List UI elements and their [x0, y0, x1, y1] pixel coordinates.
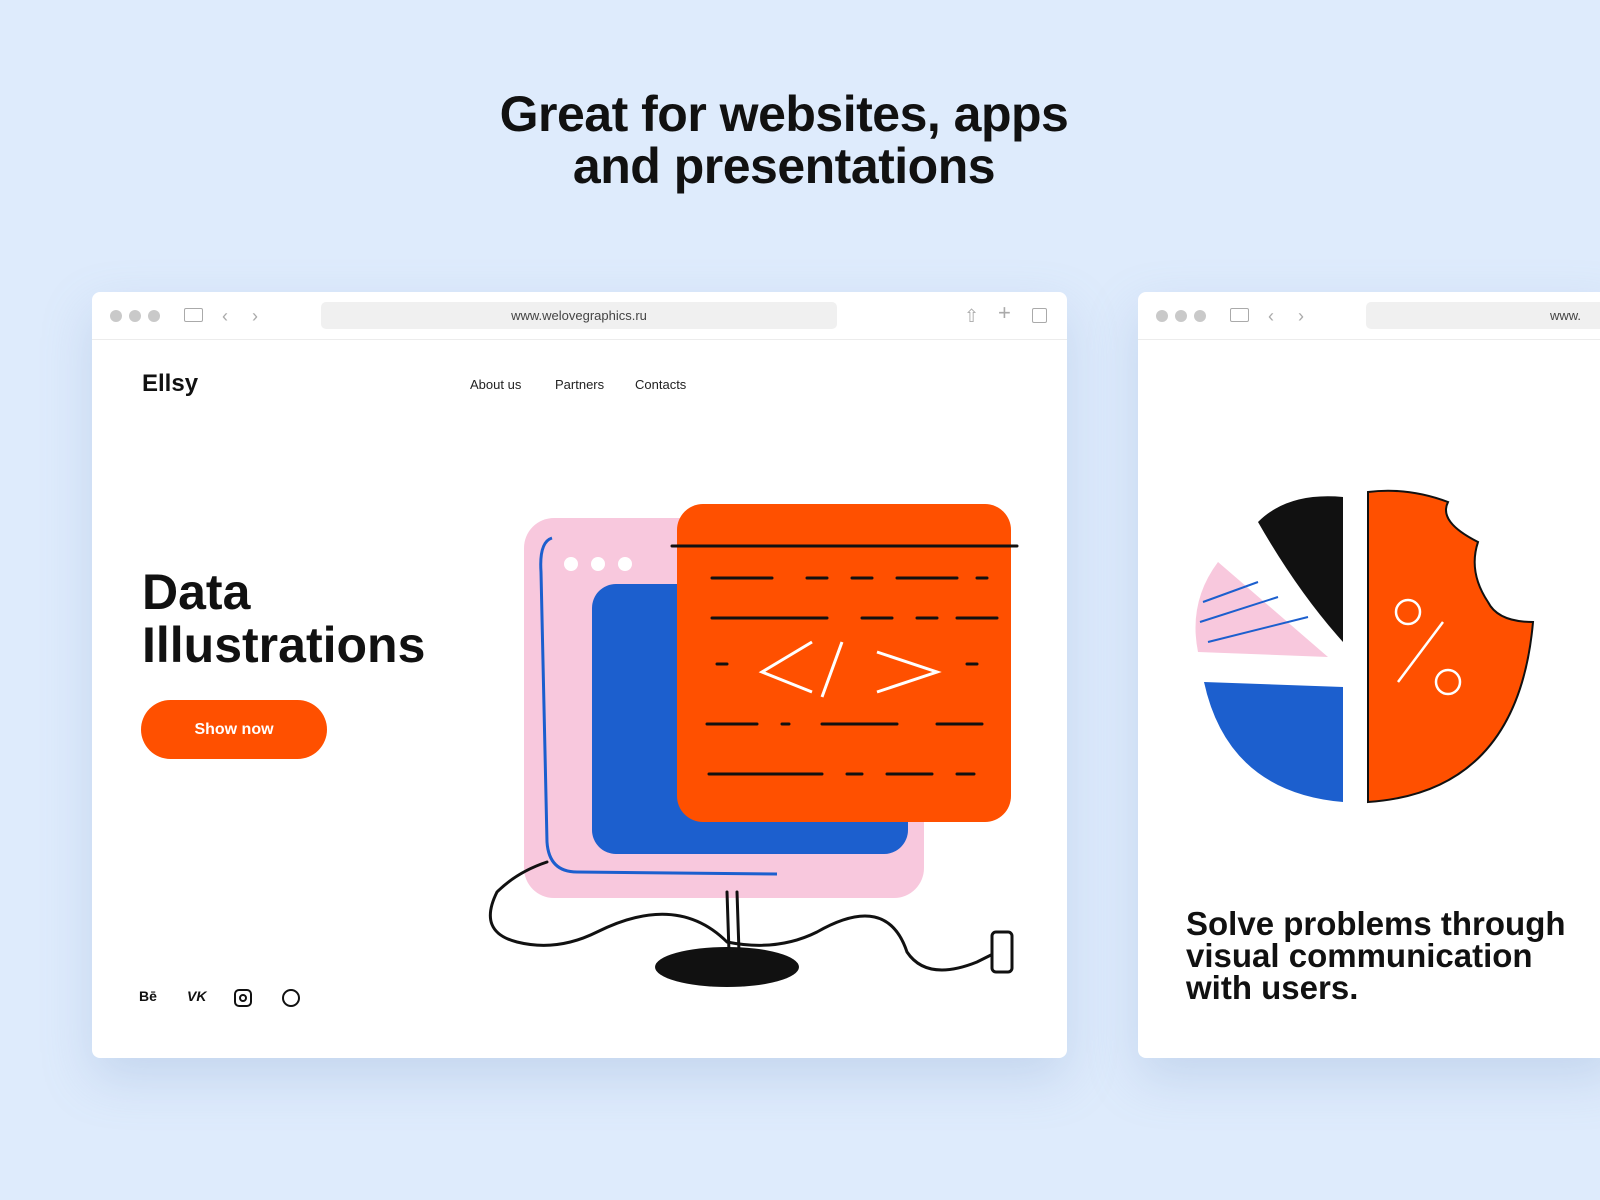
zoom-dot[interactable] — [1194, 310, 1206, 322]
browser-window-main: ‹ › www.welovegraphics.ru ⇧ + Ellsy Abou… — [92, 292, 1067, 1058]
close-dot[interactable] — [1156, 310, 1168, 322]
nav-about[interactable]: About us — [470, 377, 521, 392]
minimize-dot[interactable] — [1175, 310, 1187, 322]
address-bar[interactable]: www. — [1366, 302, 1600, 329]
vk-icon[interactable]: VK — [187, 988, 206, 1004]
behance-icon[interactable]: Bē — [139, 988, 157, 1004]
back-icon[interactable]: ‹ — [222, 306, 228, 326]
back-icon[interactable]: ‹ — [1268, 306, 1274, 326]
browser-toolbar-2: ‹ › www. — [1138, 292, 1600, 340]
computer-illustration — [488, 504, 1019, 987]
sidebar-icon[interactable] — [1230, 308, 1249, 322]
nav-partners[interactable]: Partners — [555, 377, 604, 392]
show-now-button[interactable]: Show now — [141, 700, 327, 759]
nav-contacts[interactable]: Contacts — [635, 377, 686, 392]
site-logo[interactable]: Ellsy — [142, 370, 198, 398]
forward-icon[interactable]: › — [252, 306, 258, 326]
new-tab-icon[interactable]: + — [998, 302, 1011, 324]
pie-chart-illustration — [1195, 489, 1535, 804]
instagram-icon[interactable] — [234, 989, 252, 1007]
dribbble-icon[interactable] — [282, 989, 300, 1007]
forward-icon[interactable]: › — [1298, 306, 1304, 326]
share-icon[interactable]: ⇧ — [964, 306, 979, 326]
tagline: Solve problems through visual communicat… — [1186, 905, 1566, 1006]
browser-toolbar: ‹ › www.welovegraphics.ru ⇧ + — [92, 292, 1067, 340]
browser-window-secondary: ‹ › www. Solve problems through visual c… — [1138, 292, 1600, 1058]
close-dot[interactable] — [110, 310, 122, 322]
headline: Great for websites, apps and presentation… — [499, 86, 1069, 194]
tabs-icon[interactable] — [1032, 308, 1047, 323]
minimize-dot[interactable] — [129, 310, 141, 322]
address-bar[interactable]: www.welovegraphics.ru — [321, 302, 837, 329]
hero-title: Data Illustrations — [142, 564, 426, 673]
zoom-dot[interactable] — [148, 310, 160, 322]
sidebar-icon[interactable] — [184, 308, 203, 322]
